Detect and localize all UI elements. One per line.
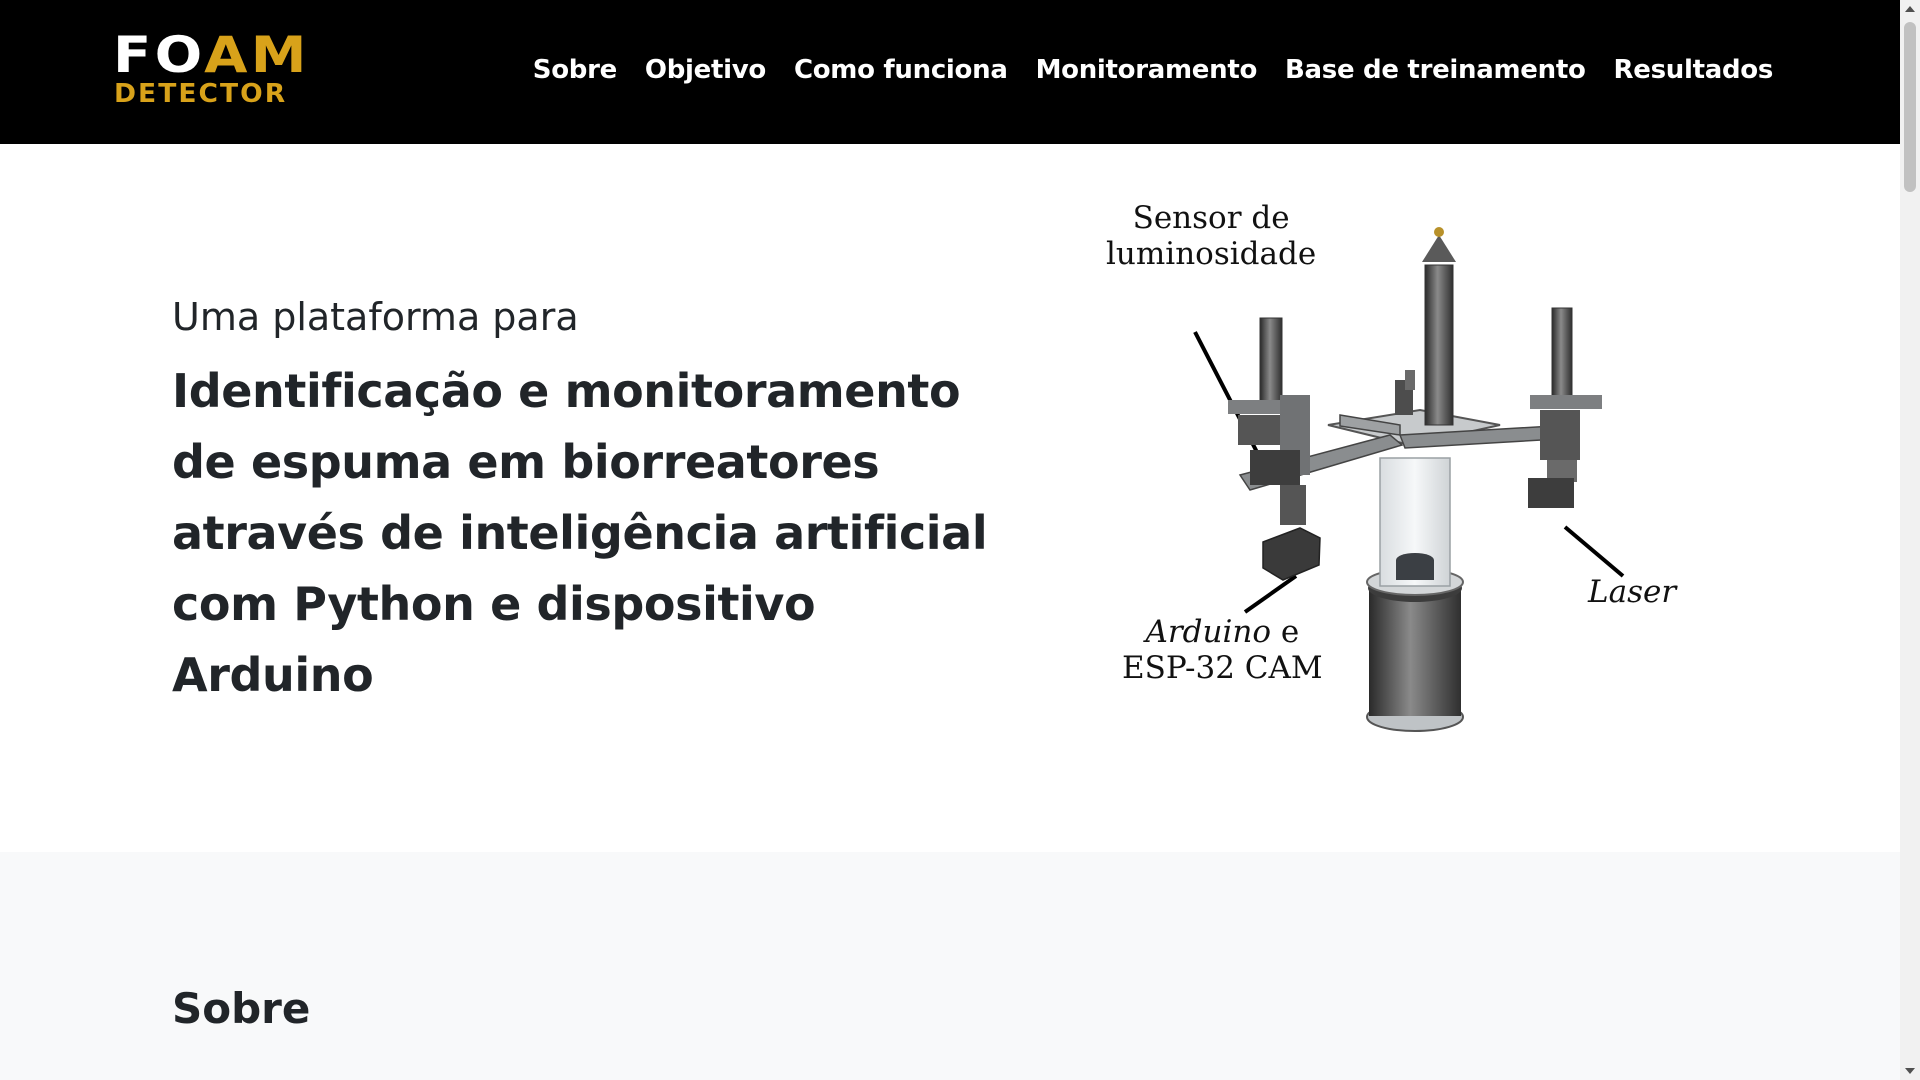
page-scrollbar[interactable] <box>1900 0 1920 1080</box>
scroll-up-arrow-icon[interactable] <box>1900 0 1920 18</box>
nav-link-objetivo[interactable]: Objetivo <box>645 55 766 85</box>
main-nav: Sobre Objetivo Como funciona Monitoramen… <box>533 55 1774 85</box>
figure-label-laser: Laser <box>1588 574 1677 610</box>
section-title-sobre: Sobre <box>172 984 311 1033</box>
scrollbar-thumb[interactable] <box>1904 22 1916 192</box>
scroll-down-arrow-icon[interactable] <box>1900 1062 1920 1080</box>
bioreactor-figure: Sensor de luminosidade Laser Arduino e ESP… <box>1100 200 1700 750</box>
hero-subtitle: Uma plataforma para <box>172 295 579 339</box>
nav-link-resultados[interactable]: Resultados <box>1614 55 1774 85</box>
logo-line-1: FOAM <box>113 26 310 84</box>
nav-link-monitoramento[interactable]: Monitoramento <box>1036 55 1258 85</box>
sobre-section <box>0 852 1900 1080</box>
navbar: FOAM DETECTOR Sobre Objetivo Como funcio… <box>0 0 1900 144</box>
nav-link-base-de-treinamento[interactable]: Base de treinamento <box>1285 55 1586 85</box>
figure-label-sensor: Sensor de luminosidade <box>1106 200 1317 272</box>
hero-title: Identificação e monitoramento de espuma … <box>172 364 988 702</box>
nav-link-sobre[interactable]: Sobre <box>533 55 617 85</box>
foam-detector-logo[interactable]: FOAM DETECTOR <box>113 30 306 112</box>
figure-label-arduino: Arduino e ESP-32 CAM <box>1122 614 1323 686</box>
logo-line-2: DETECTOR <box>114 79 288 109</box>
nav-link-como-funciona[interactable]: Como funciona <box>794 55 1008 85</box>
